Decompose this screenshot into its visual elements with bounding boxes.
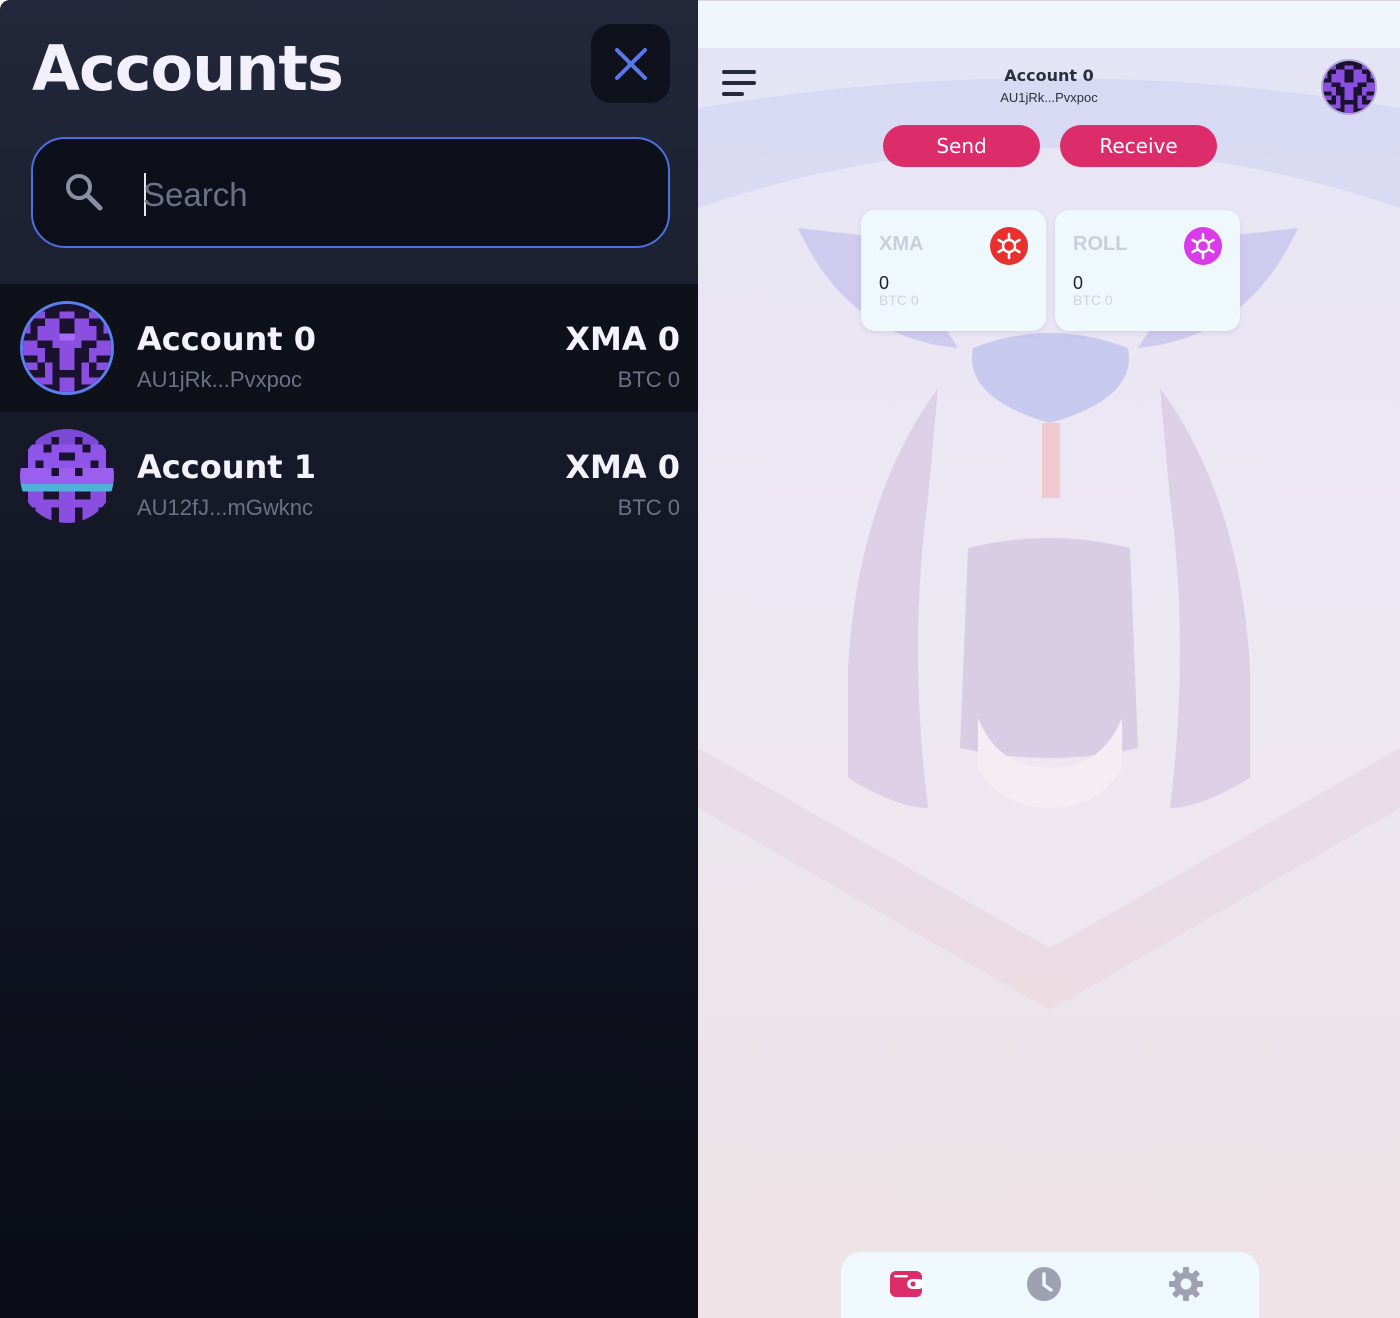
wallet-topbar (698, 0, 1400, 48)
menu-icon[interactable] (722, 68, 756, 100)
search-input[interactable] (143, 167, 643, 223)
header-avatar[interactable] (1321, 59, 1377, 115)
wallet-panel: Account 0 AU1jRk...Pvxpoc Send Receive X… (698, 0, 1400, 1318)
token-symbol: ROLL (1073, 233, 1128, 255)
token-amount: 0 (879, 273, 890, 293)
search-box[interactable] (31, 137, 670, 248)
token-btc-value: BTC 0 (879, 292, 919, 308)
token-card-xma[interactable]: XMA 0 BTC 0 (861, 210, 1046, 331)
account-name: Account 0 (137, 320, 316, 358)
receive-button[interactable]: Receive (1060, 125, 1217, 167)
header-account-address: AU1jRk...Pvxpoc (1000, 90, 1098, 105)
gear-icon[interactable] (1166, 1264, 1206, 1304)
accounts-drawer: Accounts Search Account 0 AU1jRk...Pvxpo… (0, 0, 698, 1318)
close-button[interactable] (591, 24, 670, 103)
search-icon (66, 174, 103, 211)
token-symbol: XMA (879, 233, 924, 255)
token-amount: 0 (1073, 273, 1084, 293)
roll-logo-icon (1184, 227, 1222, 265)
token-card-roll[interactable]: ROLL 0 BTC 0 (1055, 210, 1240, 331)
account-btc-balance: BTC 0 (617, 495, 680, 520)
header-account-name: Account 0 (1004, 66, 1094, 85)
account-row-0[interactable]: Account 0 AU1jRk...Pvxpoc XMA 0 BTC 0 (0, 284, 698, 412)
xma-logo-icon (990, 227, 1028, 265)
account-balance: XMA 0 (565, 448, 680, 486)
avatar (20, 301, 114, 395)
account-name: Account 1 (137, 448, 316, 486)
account-balance: XMA 0 (565, 320, 680, 358)
account-btc-balance: BTC 0 (617, 367, 680, 392)
account-row-1[interactable]: Account 1 AU12fJ...mGwknc XMA 0 BTC 0 (0, 412, 698, 540)
avatar (20, 429, 114, 523)
send-button[interactable]: Send (883, 125, 1040, 167)
background-artwork (698, 78, 1400, 1010)
bottom-nav (841, 1252, 1259, 1318)
drawer-header: Accounts (0, 0, 698, 284)
drawer-title: Accounts (32, 32, 344, 105)
token-btc-value: BTC 0 (1073, 292, 1113, 308)
account-address: AU12fJ...mGwknc (137, 495, 314, 520)
clock-icon[interactable] (1024, 1264, 1064, 1304)
close-icon (614, 47, 647, 80)
account-address: AU1jRk...Pvxpoc (137, 367, 303, 392)
wallet-icon[interactable] (887, 1264, 927, 1304)
